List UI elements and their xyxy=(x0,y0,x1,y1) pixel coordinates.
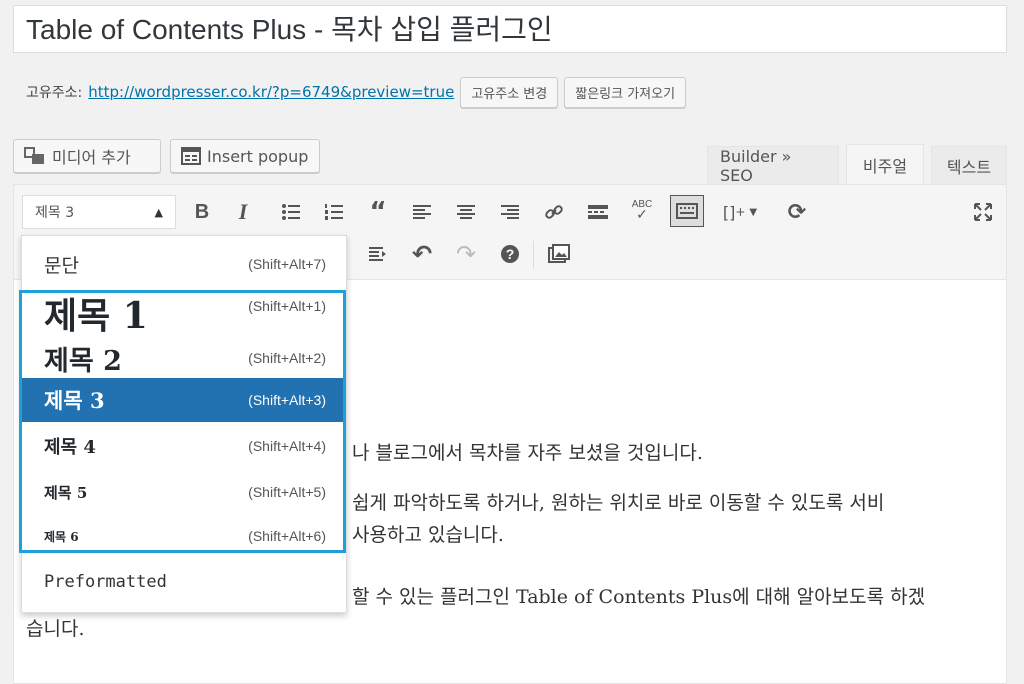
popup-icon xyxy=(181,147,201,165)
format-option-heading-2[interactable]: 제목 2 (Shift+Alt+2) xyxy=(22,338,346,378)
align-right-icon[interactable] xyxy=(495,197,525,227)
content-line: 할 수 있는 플러그인 Table of Contents Plus에 대해 알… xyxy=(352,586,926,608)
gallery-icon[interactable] xyxy=(544,239,574,269)
format-option-heading-3[interactable]: 제목 3 (Shift+Alt+3) xyxy=(22,378,346,422)
undo-icon[interactable]: ↶ xyxy=(407,239,437,269)
format-select-value: 제목 3 xyxy=(35,205,75,221)
format-option-heading-1[interactable]: 제목 1 (Shift+Alt+1) xyxy=(22,294,346,344)
bullet-list-icon[interactable] xyxy=(276,197,306,227)
format-option-heading-5[interactable]: 제목 5 (Shift+Alt+5) xyxy=(22,470,346,514)
format-option-paragraph[interactable]: 문단 (Shift+Alt+7) xyxy=(22,242,346,286)
align-left-icon[interactable] xyxy=(407,197,437,227)
fullscreen-icon[interactable] xyxy=(968,197,998,227)
change-permalink-button[interactable]: 고유주소 변경 xyxy=(460,76,559,108)
indent-icon[interactable] xyxy=(363,239,393,269)
italic-icon[interactable]: I xyxy=(228,197,258,227)
permalink-row: 고유주소: http://wordpresser.co.kr/?p=6749&p… xyxy=(26,76,687,108)
insert-popup-label: Insert popup xyxy=(207,146,309,166)
tab-builder-seo[interactable]: Builder » SEO xyxy=(707,146,839,185)
format-option-heading-4[interactable]: 제목 4 (Shift+Alt+4) xyxy=(22,424,346,468)
permalink-label: 고유주소: xyxy=(26,85,83,101)
link-icon[interactable] xyxy=(539,197,569,227)
toolbar-divider xyxy=(533,241,534,269)
add-media-button[interactable]: 미디어 추가 xyxy=(13,139,161,173)
bold-icon[interactable]: B xyxy=(187,197,217,227)
blockquote-icon[interactable]: “ xyxy=(363,197,393,227)
post-title-input[interactable]: Table of Contents Plus - 목차 삽입 플러그인 xyxy=(13,5,1007,53)
align-center-icon[interactable] xyxy=(451,197,481,227)
format-option-preformatted[interactable]: Preformatted xyxy=(22,562,346,602)
shortcode-dropdown-icon[interactable]: [] + ▼ xyxy=(714,197,766,227)
get-shortlink-button[interactable]: 짧은링크 가져오기 xyxy=(564,76,687,108)
format-dropdown-menu: 문단 (Shift+Alt+7) 제목 1 (Shift+Alt+1) 제목 2… xyxy=(21,235,347,613)
content-line: 습니다. xyxy=(26,618,85,640)
help-icon[interactable]: ? xyxy=(495,239,525,269)
insert-popup-button[interactable]: Insert popup xyxy=(170,139,320,173)
spellcheck-icon[interactable]: ABC ✓ xyxy=(627,195,657,225)
add-media-label: 미디어 추가 xyxy=(52,148,131,167)
tab-text[interactable]: 텍스트 xyxy=(931,146,1007,184)
content-line: 나 블로그에서 목차를 자주 보셨을 것입니다. xyxy=(352,442,703,464)
permalink-url-link[interactable]: http://wordpresser.co.kr/?p=6749&preview… xyxy=(88,83,454,101)
content-line: 사용하고 있습니다. xyxy=(352,524,504,546)
numbered-list-icon[interactable] xyxy=(319,197,349,227)
refresh-icon[interactable]: ⟳ xyxy=(782,197,812,227)
redo-icon: ↷ xyxy=(455,240,477,268)
format-select[interactable]: 제목 3 ▲ xyxy=(22,195,176,229)
tab-visual[interactable]: 비주얼 xyxy=(846,144,924,184)
caret-up-icon: ▲ xyxy=(154,205,163,219)
media-icon xyxy=(24,147,44,164)
toolbar-toggle-icon[interactable] xyxy=(670,195,704,227)
content-line: 쉽게 파악하도록 하거나, 원하는 위치로 바로 이동할 수 있도록 서비 xyxy=(352,492,885,514)
format-option-heading-6[interactable]: 제목 6 (Shift+Alt+6) xyxy=(22,514,346,558)
read-more-icon[interactable] xyxy=(583,197,613,227)
svg-text:?: ? xyxy=(506,246,515,262)
